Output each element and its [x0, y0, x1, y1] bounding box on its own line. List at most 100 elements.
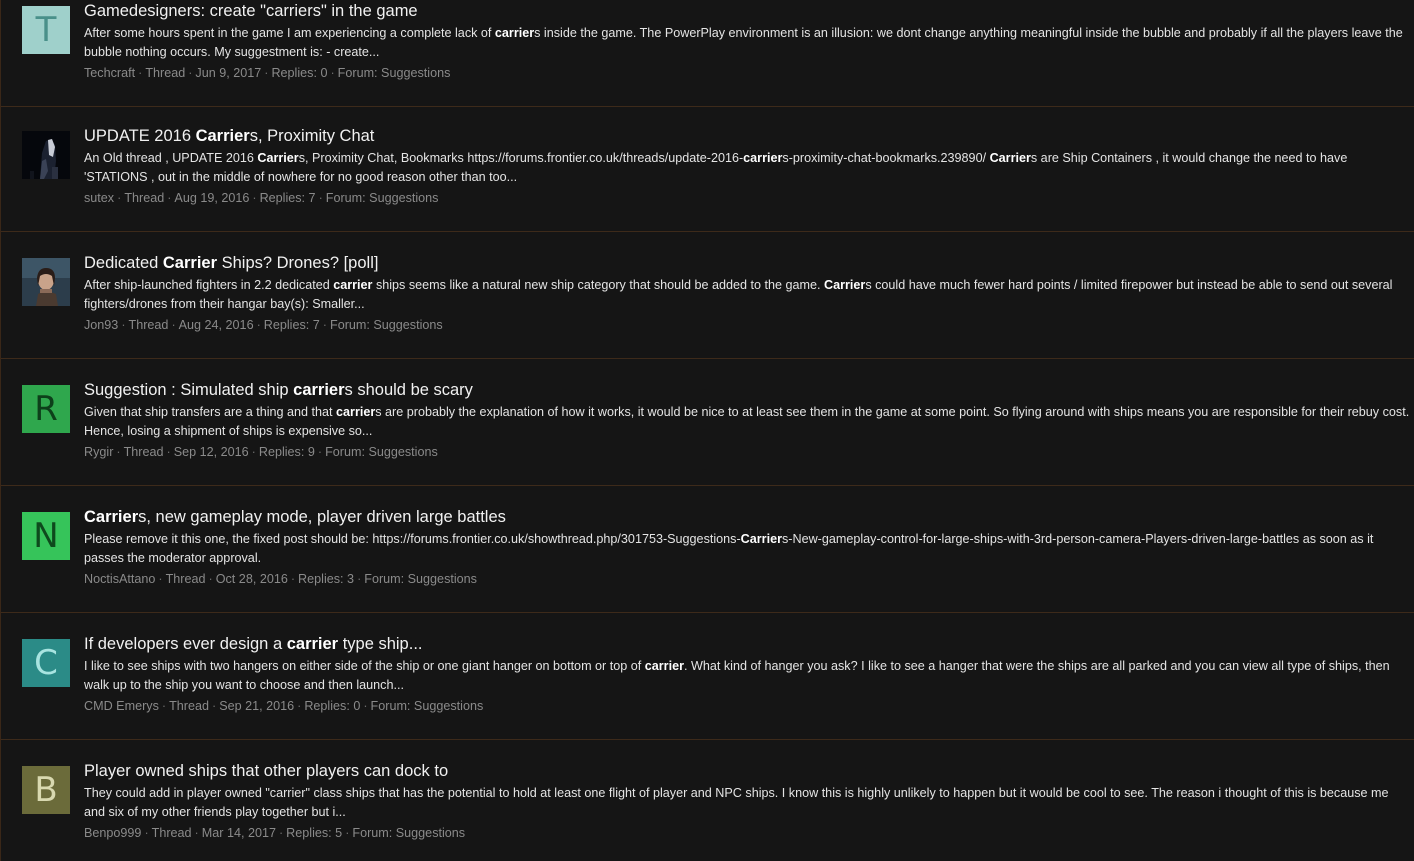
thread-title-link[interactable]: Player owned ships that other players ca…: [84, 761, 1411, 781]
content-type: Thread: [124, 191, 165, 205]
title-text: s, new gameplay mode, player driven larg…: [138, 508, 506, 526]
meta-separator: ·: [297, 699, 302, 713]
post-date[interactable]: Oct 28, 2016: [216, 572, 288, 586]
avatar[interactable]: C: [22, 639, 70, 687]
meta-separator: ·: [161, 699, 167, 713]
content-type: Thread: [165, 572, 206, 586]
title-text: s should be scary: [344, 381, 473, 399]
snippet-text: After ship-launched fighters in 2.2 dedi…: [84, 278, 334, 292]
thread-title-link[interactable]: Suggestion : Simulated ship carriers sho…: [84, 380, 1411, 400]
meta-separator: ·: [318, 191, 323, 205]
avatar[interactable]: N: [22, 512, 70, 560]
meta-separator: ·: [121, 318, 126, 332]
avatar-letter: C: [34, 643, 58, 683]
author-link[interactable]: Jon93: [84, 318, 118, 332]
forum-link[interactable]: Forum: Suggestions: [338, 66, 451, 80]
search-result: R Suggestion : Simulated ship carriers sh…: [1, 359, 1414, 486]
forum-link[interactable]: Forum: Suggestions: [352, 826, 465, 840]
meta-separator: ·: [188, 66, 193, 80]
snippet-text: Please remove it this one, the fixed pos…: [84, 532, 741, 546]
meta-separator: ·: [208, 572, 213, 586]
forum-link[interactable]: Forum: Suggestions: [330, 318, 443, 332]
result-body: Suggestion : Simulated ship carriers sho…: [84, 380, 1411, 460]
meta-separator: ·: [138, 66, 143, 80]
avatar-letter: T: [35, 10, 57, 50]
post-date[interactable]: Jun 9, 2017: [195, 66, 261, 80]
search-results-list: T Gamedesigners: create "carriers" in the…: [0, 0, 1414, 861]
highlight-term: carrier: [286, 635, 339, 653]
snippet-text: s-proximity-chat-bookmarks.239890/: [782, 151, 990, 165]
result-snippet: After some hours spent in the game I am …: [84, 24, 1411, 62]
highlight-term: carrier: [333, 278, 373, 292]
avatar[interactable]: [22, 258, 70, 306]
meta-separator: ·: [256, 318, 261, 332]
title-text: Gamedesigners: create "carriers" in the …: [84, 2, 418, 20]
post-date[interactable]: Sep 21, 2016: [219, 699, 294, 713]
meta-separator: ·: [167, 191, 172, 205]
forum-link[interactable]: Forum: Suggestions: [364, 572, 477, 586]
author-link[interactable]: Techcraft: [84, 66, 135, 80]
meta-separator: ·: [194, 826, 199, 840]
content-type: Thread: [151, 826, 192, 840]
reply-count: Replies: 7: [263, 318, 320, 332]
result-body: UPDATE 2016 Carriers, Proximity Chat An O…: [84, 126, 1411, 206]
author-link[interactable]: sutex: [84, 191, 114, 205]
result-meta: Rygir · Thread · Sep 12, 2016 · Replies: 9 · For…: [84, 444, 1411, 460]
result-meta: CMD Emerys · Thread · Sep 21, 2016 · Replies: …: [84, 698, 1411, 714]
highlight-term: carrier: [494, 26, 535, 40]
post-date[interactable]: Sep 12, 2016: [174, 445, 249, 459]
result-snippet: Given that ship transfers are a thing an…: [84, 403, 1411, 441]
highlight-term: Carrier: [989, 151, 1031, 165]
thread-title-link[interactable]: Gamedesigners: create "carriers" in the …: [84, 1, 1411, 21]
result-body: Gamedesigners: create "carriers" in the …: [84, 1, 1411, 81]
forum-link[interactable]: Forum: Suggestions: [325, 445, 438, 459]
avatar-letter: B: [34, 770, 58, 810]
post-date[interactable]: Mar 14, 2017: [202, 826, 276, 840]
author-link[interactable]: Benpo999: [84, 826, 141, 840]
snippet-text: I like to see ships with two hangers on …: [84, 659, 645, 673]
avatar-letter: R: [34, 389, 58, 429]
snippet-text: After some hours spent in the game I am …: [84, 26, 495, 40]
forum-link[interactable]: Forum: Suggestions: [326, 191, 439, 205]
title-text: type ship...: [338, 635, 423, 653]
meta-separator: ·: [345, 826, 350, 840]
thread-title-link[interactable]: Dedicated Carrier Ships? Drones? [poll]: [84, 253, 1411, 273]
post-date[interactable]: Aug 24, 2016: [179, 318, 254, 332]
result-meta: Techcraft · Thread · Jun 9, 2017 · Replies: 0 ·…: [84, 65, 1411, 81]
result-meta: sutex · Thread · Aug 19, 2016 · Replies: 7 · For…: [84, 190, 1411, 206]
avatar-image: [22, 258, 70, 306]
avatar[interactable]: R: [22, 385, 70, 433]
avatar-letter: N: [33, 516, 59, 556]
thread-title-link[interactable]: UPDATE 2016 Carriers, Proximity Chat: [84, 126, 1411, 146]
thread-title-link[interactable]: Carriers, new gameplay mode, player driv…: [84, 507, 1411, 527]
meta-separator: ·: [290, 572, 296, 586]
highlight-term: carrier: [293, 381, 345, 399]
author-link[interactable]: Rygir: [84, 445, 113, 459]
title-text: Player owned ships that other players ca…: [84, 762, 449, 780]
result-body: Carriers, new gameplay mode, player driv…: [84, 507, 1411, 587]
avatar[interactable]: [22, 131, 70, 179]
author-link[interactable]: NoctisAttano: [84, 572, 155, 586]
avatar[interactable]: B: [22, 766, 70, 814]
thread-title-link[interactable]: If developers ever design a carrier type…: [84, 634, 1411, 654]
content-type: Thread: [145, 66, 186, 80]
forum-link[interactable]: Forum: Suggestions: [371, 699, 484, 713]
search-result: UPDATE 2016 Carriers, Proximity Chat An O…: [1, 105, 1414, 232]
author-link[interactable]: CMD Emerys: [84, 699, 159, 713]
avatar[interactable]: T: [22, 6, 70, 54]
title-text: Ships? Drones? [poll]: [217, 254, 379, 272]
snippet-text: They could add in player owned "carrier"…: [84, 786, 1389, 819]
title-text: If developers ever design a: [84, 635, 287, 653]
result-body: Player owned ships that other players ca…: [84, 761, 1411, 841]
meta-separator: ·: [264, 66, 269, 80]
meta-separator: ·: [357, 572, 362, 586]
highlight-term: Carrier: [257, 151, 299, 165]
result-snippet: I like to see ships with two hangers on …: [84, 657, 1411, 695]
reply-count: Replies: 0: [271, 66, 328, 80]
meta-separator: ·: [317, 445, 323, 459]
content-type: Thread: [128, 318, 169, 332]
snippet-text: An Old thread , UPDATE 2016: [84, 151, 258, 165]
result-body: Dedicated Carrier Ships? Drones? [poll] A…: [84, 253, 1411, 333]
result-snippet: After ship-launched fighters in 2.2 dedi…: [84, 276, 1411, 314]
post-date[interactable]: Aug 19, 2016: [174, 191, 249, 205]
